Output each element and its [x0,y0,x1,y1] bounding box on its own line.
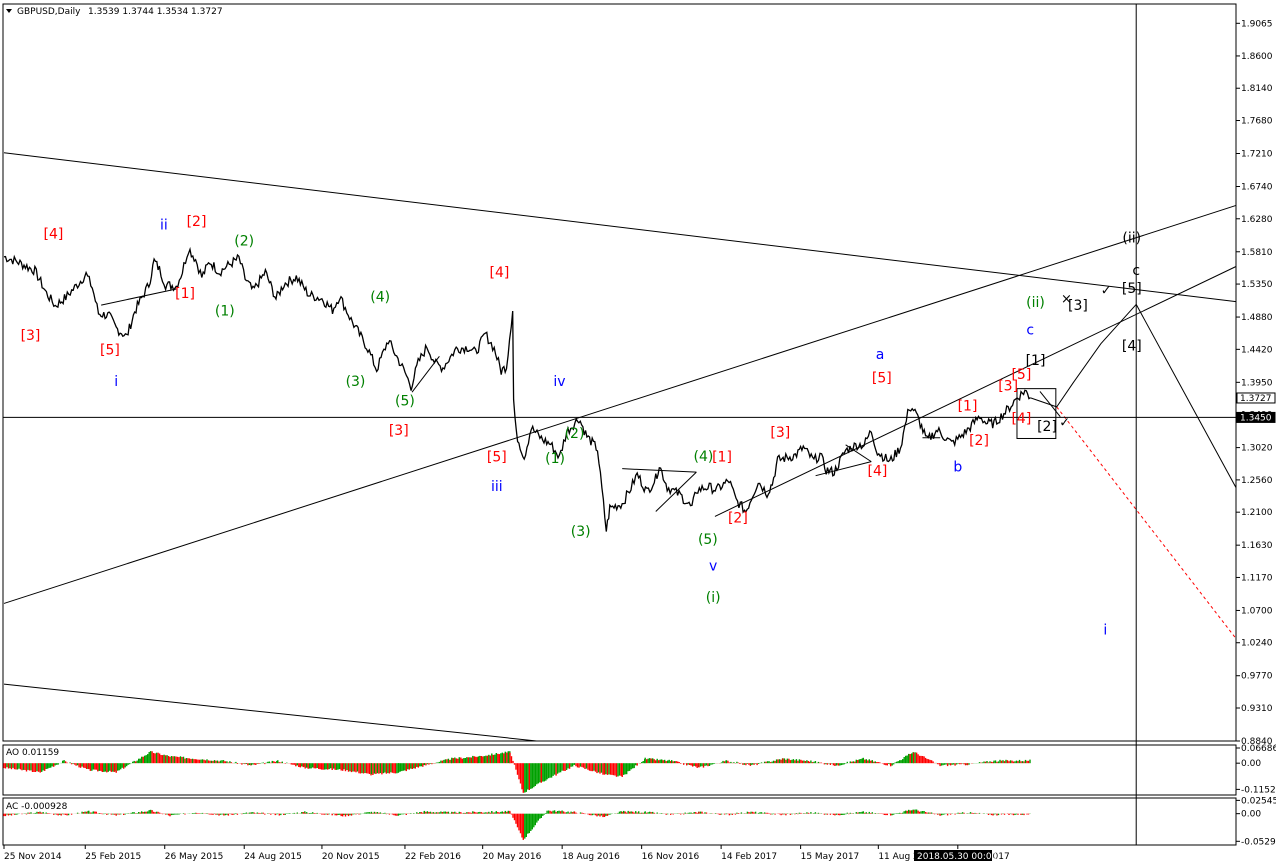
wave-label[interactable]: (3) [346,374,366,390]
wave-label[interactable]: [3] [21,328,41,344]
wave-label[interactable]: [2] [728,511,748,527]
wave-label[interactable]: [5] [1011,367,1031,383]
wave-label[interactable]: iii [491,479,503,495]
wave-label[interactable]: [5] [100,342,120,358]
wave-label[interactable]: i [1103,622,1107,638]
time-tick-label: 20 Nov 2015 [322,852,380,862]
price-tick-label: 1.2100 [1241,508,1273,518]
wave-label[interactable]: (5) [698,532,718,548]
symbol-title: GBPUSD,Daily [17,7,81,17]
wave-label[interactable]: (2) [565,426,585,442]
ac-title: AC -0.000928 [6,802,68,812]
wave-label[interactable]: v [709,558,717,574]
wave-label[interactable]: [5] [1122,281,1142,297]
wave-label[interactable]: (3) [571,524,591,540]
time-tick-label: 20 May 2016 [483,852,542,862]
wave-label[interactable]: [4] [1011,411,1031,427]
ohlc-values: 1.3539 1.3744 1.3534 1.3727 [88,7,223,17]
crosshair-time-text: 2018.05.30 00:00 [917,852,998,862]
wave-label[interactable]: (4) [694,449,714,465]
wave-symbol[interactable]: × [1061,292,1072,307]
chart-header: GBPUSD,Daily 1.3539 1.3744 1.3534 1.3727 [6,7,223,17]
wave-label[interactable]: [4] [44,226,64,242]
price-tick-label: 1.7210 [1241,150,1273,160]
wave-label[interactable]: ii [160,217,168,233]
wave-label[interactable]: b [953,459,962,475]
price-tick-label: 1.3020 [1241,444,1273,454]
wave-label[interactable]: [3] [389,423,409,439]
price-tick-label: 0.9310 [1241,704,1273,714]
time-tick-label: 15 May 2017 [801,852,860,862]
time-tick-label: 22 Feb 2016 [405,852,461,862]
wave-label[interactable]: iv [553,374,565,390]
wave-label[interactable]: c [1026,323,1034,339]
wave-label[interactable]: [2] [969,433,989,449]
time-tick-label: 14 Feb 2017 [721,852,777,862]
price-tick-label: 1.9065 [1241,19,1273,29]
wave-label[interactable]: (1) [545,451,565,467]
ao-title: AO 0.01159 [6,748,59,758]
wave-label[interactable]: (2) [234,233,254,249]
price-marker-current: 1.3727 [1236,392,1276,404]
price-marker-label: 1.3727 [1240,394,1272,404]
wave-label[interactable]: a [876,347,885,363]
wave-symbol[interactable]: ✓ [1101,284,1112,299]
ao-tick-label: -0.11526 [1241,785,1276,795]
price-tick-label: 1.4880 [1241,313,1273,323]
wave-label[interactable]: [1] [958,398,978,414]
wave-label[interactable]: [1] [712,450,732,466]
wave-label[interactable]: [5] [487,450,507,466]
price-tick-label: 1.0240 [1241,639,1273,649]
time-tick-label: 25 Nov 2014 [4,852,62,862]
price-marker-label: 1.3450 [1240,413,1272,423]
time-tick-label: 16 Nov 2016 [642,852,700,862]
wave-label[interactable]: (i) [706,590,721,606]
wave-label[interactable]: [4] [490,265,510,281]
wave-label[interactable]: [1] [1026,353,1046,369]
wave-label[interactable]: [2] [187,214,207,230]
price-tick-label: 1.6280 [1241,215,1273,225]
wave-label[interactable]: (4) [370,290,390,306]
price-tick-label: 0.8840 [1241,737,1273,747]
background [0,0,1276,866]
wave-label[interactable]: (ii) [1122,231,1141,247]
price-tick-label: 1.8600 [1241,52,1273,62]
wave-label[interactable]: [4] [868,464,888,480]
ac-tick-label: -0.05292 [1241,837,1276,847]
crosshair-time-label: 2018.05.30 00:00 [914,850,998,862]
price-marker-dark: 1.3450 [1236,411,1276,423]
time-tick-label: 24 Aug 2015 [244,852,302,862]
wave-label[interactable]: i [114,374,118,390]
wave-label[interactable]: (5) [395,393,415,409]
price-tick-label: 1.8140 [1241,84,1273,94]
time-tick-label: 26 May 2015 [165,852,224,862]
wave-label[interactable]: [3] [770,425,790,441]
wave-symbol[interactable]: ✓ [1059,416,1070,431]
price-tick-label: 1.3950 [1241,378,1273,388]
ao-tick-label: 0.00 [1241,759,1261,769]
wave-label[interactable]: [2] [1037,419,1057,435]
price-tick-label: 1.7680 [1241,117,1273,127]
price-tick-label: 1.2560 [1241,476,1273,486]
wave-label[interactable]: (1) [215,304,235,320]
wave-label[interactable]: (ii) [1026,295,1045,311]
price-tick-label: 1.1630 [1241,541,1273,551]
price-tick-label: 0.9770 [1241,672,1273,682]
ac-tick-label: 0.025453 [1241,796,1276,806]
wave-label[interactable]: [4] [1122,339,1142,355]
time-tick-label: 25 Feb 2015 [85,852,141,862]
wave-label[interactable]: [1] [175,286,195,302]
price-tick-label: 1.5350 [1241,280,1273,290]
ac-tick-label: 0.00 [1241,810,1261,820]
price-tick-label: 1.5810 [1241,248,1273,258]
price-tick-label: 1.4420 [1241,345,1273,355]
time-tick-label: 18 Aug 2016 [562,852,620,862]
chart-canvas[interactable]: [4][3][5]iii [2][1](2)(1)(4)(3)(5)[3][4][… [0,0,1276,866]
wave-label[interactable]: c [1132,263,1140,279]
price-tick-label: 1.6740 [1241,182,1273,192]
wave-label[interactable]: [5] [872,370,892,386]
price-tick-label: 1.1170 [1241,573,1273,583]
price-tick-label: 1.0700 [1241,606,1273,616]
